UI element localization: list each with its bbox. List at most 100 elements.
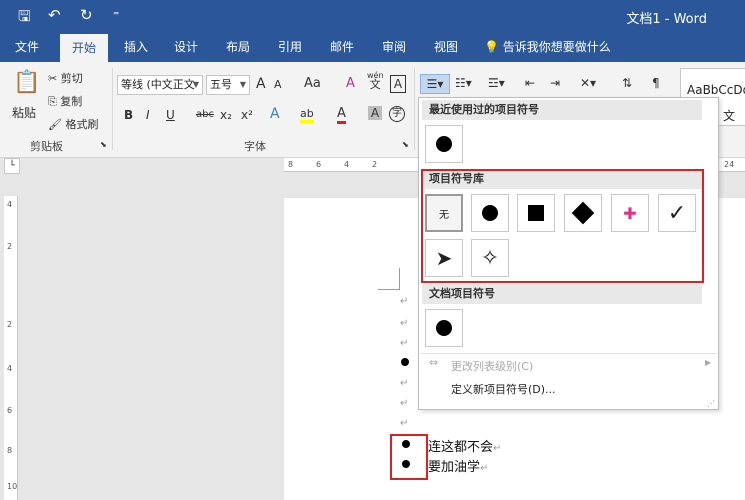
style-preview: AaBbCcDd: [687, 83, 745, 97]
bullet-highlight-box: [390, 434, 428, 480]
cut-label: 剪切: [60, 72, 83, 85]
chevron-down-icon: ▼: [239, 80, 246, 89]
vertical-ruler[interactable]: 4 2 2 4 6 8 10: [4, 196, 18, 500]
ruler-label: 2: [7, 320, 13, 329]
decrease-indent-icon[interactable]: ⇤: [525, 76, 535, 90]
tab-mailings[interactable]: 邮件: [320, 32, 364, 62]
recent-bullet-disc[interactable]: [425, 125, 463, 163]
multilevel-list-icon[interactable]: ☲▾: [488, 76, 505, 90]
bullets-button[interactable]: ☰▾: [420, 74, 450, 94]
submenu-arrow-icon: ▶: [705, 358, 712, 367]
tab-review[interactable]: 审阅: [372, 32, 416, 62]
paragraph-mark: ↵: [493, 443, 502, 454]
shrink-font-icon[interactable]: A: [274, 78, 282, 91]
chevron-down-icon: ▼: [192, 80, 199, 89]
show-marks-icon[interactable]: ¶: [652, 76, 660, 90]
tab-selector[interactable]: └: [4, 158, 20, 174]
font-color-icon[interactable]: A: [337, 106, 346, 124]
window-title: 文档1 - Word: [626, 12, 707, 27]
paragraph-mark: ↵: [400, 318, 409, 329]
ruler-label: 10: [7, 482, 18, 491]
document-bullet-disc[interactable]: [425, 309, 463, 347]
lightbulb-icon: 💡: [484, 40, 499, 54]
indent-icon: ⇔: [429, 356, 439, 369]
character-border-icon[interactable]: A: [390, 75, 406, 93]
grow-font-icon[interactable]: A: [256, 76, 266, 92]
subscript-icon[interactable]: x₂: [220, 108, 232, 122]
superscript-icon[interactable]: x²: [241, 108, 253, 122]
font-launcher-icon[interactable]: ⬊: [402, 140, 409, 149]
clear-formatting-icon[interactable]: A: [346, 76, 355, 91]
chinese-layout-icon[interactable]: ✕▾: [580, 76, 596, 90]
ruler-label: 2: [372, 160, 378, 169]
increase-indent-icon[interactable]: ⇥: [550, 76, 560, 90]
phonetic-bottom: 文: [369, 78, 381, 91]
paragraph-mark: ↵: [400, 398, 409, 409]
numbering-icon[interactable]: ☷▾: [455, 76, 472, 90]
scissors-icon: ✂: [48, 72, 61, 85]
document-bullets-header: 文档项目符号: [422, 284, 702, 304]
style-preview-2: 文: [723, 109, 736, 123]
divider: [414, 68, 415, 150]
paragraph-mark: ↵: [480, 463, 489, 474]
resize-grip-icon[interactable]: ⋰: [707, 399, 715, 408]
ruler-label: 6: [7, 406, 13, 415]
list-item[interactable]: 连这都不会↵: [428, 436, 501, 455]
tell-me-text: 告诉我你想要做什么: [502, 40, 611, 54]
change-case-icon[interactable]: Aa: [304, 76, 321, 91]
bullet-list-icon: ☰▾: [426, 77, 444, 91]
tab-insert[interactable]: 插入: [114, 32, 158, 62]
recent-bullets-header: 最近使用过的项目符号: [422, 100, 702, 120]
ruler-label: 4: [344, 160, 350, 169]
brush-icon: 🖌: [48, 118, 66, 131]
list-item[interactable]: 要加油学↵: [428, 456, 488, 475]
font-name-value: 等线 (中文正文: [121, 78, 195, 91]
character-shading-icon[interactable]: A: [368, 106, 382, 120]
phonetic-guide-icon[interactable]: wén 文: [367, 71, 384, 90]
tab-layout[interactable]: 布局: [216, 32, 260, 62]
paragraph-mark: ↵: [400, 378, 409, 389]
title-bar: 🖫 ↶ ↻ ⁼ 文档1 - Word: [0, 0, 745, 32]
define-new-bullet-item[interactable]: 定义新项目符号(D)...: [451, 381, 556, 397]
list-item-text: 连这都不会: [428, 440, 494, 455]
redo-icon[interactable]: ↻: [80, 6, 93, 24]
save-icon[interactable]: 🖫: [18, 6, 31, 31]
strikethrough-icon[interactable]: abc: [196, 109, 214, 120]
underline-icon[interactable]: U: [166, 108, 175, 122]
clipboard-group-label: 剪贴板: [30, 140, 63, 153]
undo-icon[interactable]: ↶: [48, 6, 61, 24]
tab-file[interactable]: 文件: [4, 32, 50, 62]
tab-view[interactable]: 视图: [424, 32, 468, 62]
bold-icon[interactable]: B: [124, 108, 133, 122]
menu-divider: [421, 353, 716, 354]
paste-button[interactable]: 粘贴: [12, 104, 36, 121]
highlight-icon[interactable]: ab: [300, 107, 314, 123]
italic-icon[interactable]: I: [146, 108, 150, 122]
copy-button[interactable]: ⎘ 复制: [48, 93, 82, 109]
disc-icon: [436, 320, 452, 336]
ruler-label: 8: [288, 160, 294, 169]
clipboard-launcher-icon[interactable]: ⬊: [100, 140, 107, 149]
margin-corner-mark: [378, 268, 400, 290]
format-painter-button[interactable]: 🖌 格式刷: [48, 116, 98, 132]
customize-toolbar-icon[interactable]: ⁼: [113, 8, 119, 22]
paragraph-mark: ↵: [400, 338, 409, 349]
tell-me-search[interactable]: 💡 告诉我你想要做什么: [484, 32, 624, 62]
cut-button[interactable]: ✂ 剪切: [48, 70, 83, 86]
divider: [112, 68, 113, 150]
copy-label: 复制: [60, 95, 83, 108]
ruler-label: 4: [7, 200, 13, 209]
disc-icon: [436, 136, 452, 152]
paste-icon[interactable]: 📋: [12, 70, 42, 100]
font-size-select[interactable]: 五号 ▼: [206, 75, 250, 95]
text-effects-icon[interactable]: A: [270, 106, 280, 122]
tab-design[interactable]: 设计: [164, 32, 208, 62]
enclose-characters-icon[interactable]: 字: [389, 106, 405, 122]
ruler-label: 8: [7, 446, 13, 455]
tab-references[interactable]: 引用: [268, 32, 312, 62]
sort-icon[interactable]: ⇅: [622, 76, 632, 90]
ruler-label: 24: [724, 160, 735, 169]
tab-home[interactable]: 开始: [60, 34, 108, 62]
bullet-marker: [401, 358, 409, 366]
font-name-select[interactable]: 等线 (中文正文 ▼: [117, 75, 203, 95]
